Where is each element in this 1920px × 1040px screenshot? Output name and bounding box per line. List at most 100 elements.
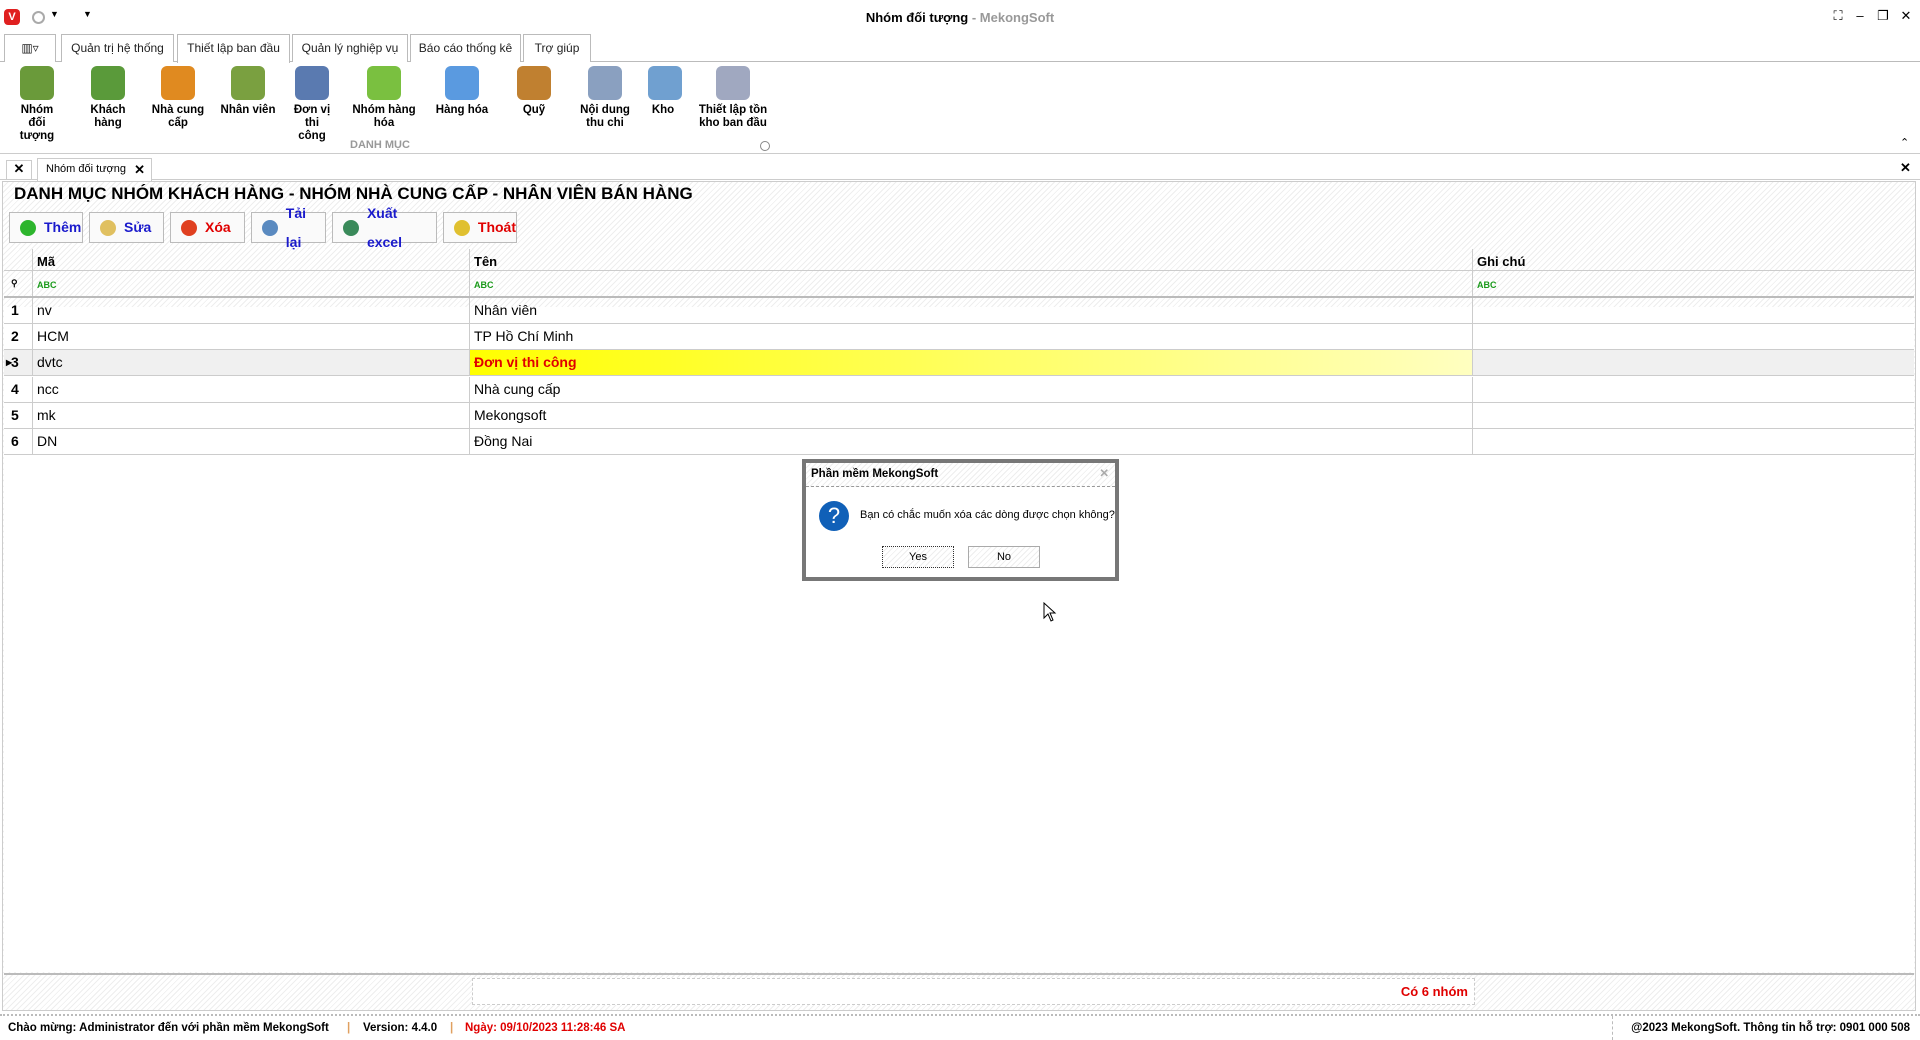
ribbon-item-label: Nội dung thu chi	[580, 104, 630, 129]
ribbon-item-11[interactable]: Thiết lập tồn kho ban đầu	[690, 66, 776, 130]
cell-ghi-chu[interactable]	[1473, 298, 1914, 323]
cell-ghi-chu[interactable]	[1473, 377, 1914, 402]
row-number-text: 6	[11, 433, 19, 449]
divider: |	[450, 1022, 454, 1034]
tab-thiet-lap-ban-dau[interactable]: Thiết lập ban đầu	[177, 34, 290, 63]
minus-button[interactable]: Xóa	[170, 212, 245, 243]
ribbon-item-8[interactable]: Quỹ	[516, 66, 552, 117]
row-number-text: 3	[11, 354, 19, 371]
title-bar: V ▼ ▼ Nhóm đối tượng - MekongSoft ⛶ – ❐ …	[0, 0, 1920, 34]
table-row[interactable]: 1 nv Nhân viên	[4, 298, 1914, 324]
close-all-tabs-icon[interactable]: ✕	[6, 160, 32, 180]
ribbon-item-10[interactable]: Kho	[648, 66, 682, 117]
cell-ghi-chu[interactable]	[1473, 429, 1914, 454]
cell-ten[interactable]: Nhà cung cấp	[470, 376, 1473, 402]
pencil-button[interactable]: Sửa	[89, 212, 164, 243]
ribbon-item-label: Nhóm hàng hóa	[352, 104, 416, 129]
minus-icon	[181, 219, 197, 236]
row-number-text: 2	[11, 328, 19, 345]
ribbon-item-label: Nhóm đối tượng	[19, 104, 55, 142]
columns-icon	[716, 66, 750, 100]
table-row[interactable]: ▶ 3 dvtc Đơn vị thi công	[4, 350, 1914, 377]
title-separator: -	[968, 10, 980, 25]
ribbon-item-6[interactable]: Nhóm hàng hóa	[350, 66, 418, 130]
cell-ten[interactable]: Mekongsoft	[470, 402, 1473, 428]
confirm-dialog: Phần mềm MekongSoft ✕ ? Bạn có chắc muốn …	[802, 459, 1119, 581]
ribbon-item-3[interactable]: Nhà cung cấp	[148, 66, 208, 130]
cell-ghi-chu[interactable]	[1473, 350, 1914, 375]
cell-ghi-chu[interactable]	[1473, 324, 1914, 349]
column-header[interactable]: Ghi chú	[1473, 249, 1914, 270]
collapse-ribbon-icon[interactable]: ⌃	[1900, 136, 1909, 149]
cell-ma[interactable]: HCM	[33, 324, 470, 350]
text-filter-icon: ABC	[37, 280, 57, 290]
close-tab-icon[interactable]: ✕	[134, 159, 145, 180]
copyright-text: @2023 MekongSoft. Thông tin hỗ trợ: 0901…	[1631, 1022, 1910, 1034]
cell-ma[interactable]: mk	[33, 402, 470, 428]
group-launcher-icon[interactable]	[760, 141, 770, 151]
ribbon-tabs: ▥▿ Quản trị hệ thống Thiết lập ban đầu Q…	[0, 34, 1920, 63]
cell-ten[interactable]: TP Hồ Chí Minh	[470, 324, 1473, 350]
button-label: Xóa	[205, 219, 231, 235]
table-row[interactable]: 4 ncc Nhà cung cấp	[4, 376, 1914, 403]
cell-ma[interactable]: nv	[33, 298, 470, 323]
plus-button[interactable]: Thêm	[9, 212, 83, 243]
ribbon-item-label: Khách hàng	[90, 104, 126, 129]
cell-ten[interactable]: Đồng Nai	[470, 429, 1473, 454]
doc-tab-nhom-doi-tuong[interactable]: Nhóm đối tượng ✕	[37, 158, 152, 181]
excel-icon	[343, 219, 359, 236]
refresh-button[interactable]: Tải lại	[251, 205, 326, 250]
text-filter-icon: ABC	[474, 280, 494, 290]
dialog-title-text: Phần mềm MekongSoft	[811, 468, 939, 480]
document-add-icon	[588, 66, 622, 100]
row-number: ▶ 3	[4, 350, 33, 376]
tab-tro-giup[interactable]: Trợ giúp	[523, 34, 591, 62]
table-row[interactable]: 2 HCM TP Hồ Chí Minh	[4, 324, 1914, 351]
restore-icon[interactable]: ❐	[1873, 8, 1893, 24]
dialog-close-icon[interactable]: ✕	[1099, 463, 1109, 486]
cell-ten[interactable]: Đơn vị thi công	[470, 350, 1473, 376]
row-number: 4	[4, 376, 33, 402]
ribbon-item-label: Hàng hóa	[435, 104, 489, 116]
cell-ma[interactable]: dvtc	[33, 350, 470, 376]
ribbon-item-2[interactable]: Khách hàng	[88, 66, 128, 130]
refresh-icon	[262, 219, 278, 236]
excel-button[interactable]: Xuất excel	[332, 205, 437, 250]
filter-cell[interactable]: ABC	[33, 271, 470, 296]
close-panel-icon[interactable]: ✕	[1900, 160, 1911, 176]
table-row[interactable]: 6 DN Đồng Nai	[4, 429, 1914, 455]
tab-quan-ly-nghiep-vu[interactable]: Quản lý nghiệp vụ	[292, 34, 408, 62]
minimize-icon[interactable]: –	[1850, 8, 1870, 23]
close-window-icon[interactable]: ✕	[1896, 8, 1916, 24]
no-button[interactable]: No	[968, 546, 1040, 568]
ribbon-item-5[interactable]: Đơn vị thi công	[290, 66, 334, 143]
star-icon	[445, 66, 479, 100]
ribbon-menu-button[interactable]: ▥▿	[4, 34, 56, 62]
version-text: Version: 4.4.0	[363, 1022, 438, 1034]
column-header[interactable]: Tên	[470, 249, 1473, 270]
auto-filter-row[interactable]: ⚲ ABC ABC ABC	[4, 271, 1914, 298]
cell-ma[interactable]: ncc	[33, 376, 470, 402]
cell-ten[interactable]: Nhân viên	[470, 298, 1473, 323]
tab-bao-cao-thong-ke[interactable]: Báo cáo thống kê	[410, 34, 521, 62]
cell-ma[interactable]: DN	[33, 429, 470, 454]
filter-cell[interactable]: ABC	[470, 271, 1473, 296]
table-row[interactable]: 5 mk Mekongsoft	[4, 402, 1914, 429]
ribbon-item-label: Nhà cung cấp	[151, 104, 205, 129]
title-text: Nhóm đối tượng	[865, 10, 969, 25]
tab-quan-tri-he-thong[interactable]: Quản trị hệ thống	[61, 34, 174, 62]
exit-button[interactable]: Thoát	[443, 212, 517, 243]
fullscreen-icon[interactable]: ⛶	[1828, 8, 1848, 24]
ribbon-item-1[interactable]: Nhóm đối tượng	[14, 66, 60, 143]
ribbon-item-label: Nhân viên	[220, 104, 276, 116]
employee-icon	[231, 66, 265, 100]
yes-button[interactable]: Yes	[882, 546, 954, 568]
ribbon-group-label: DANH MỤC	[350, 139, 410, 151]
filter-cell[interactable]: ABC	[1473, 271, 1914, 296]
ribbon-item-4[interactable]: Nhân viên	[218, 66, 278, 117]
document-tabs: ✕ Nhóm đối tượng ✕ ✕	[0, 158, 1920, 181]
ribbon-item-9[interactable]: Nội dung thu chi	[576, 66, 634, 130]
ribbon-item-7[interactable]: Hàng hóa	[433, 66, 491, 117]
cell-ghi-chu[interactable]	[1473, 403, 1914, 428]
row-number-text: 4	[11, 380, 19, 397]
